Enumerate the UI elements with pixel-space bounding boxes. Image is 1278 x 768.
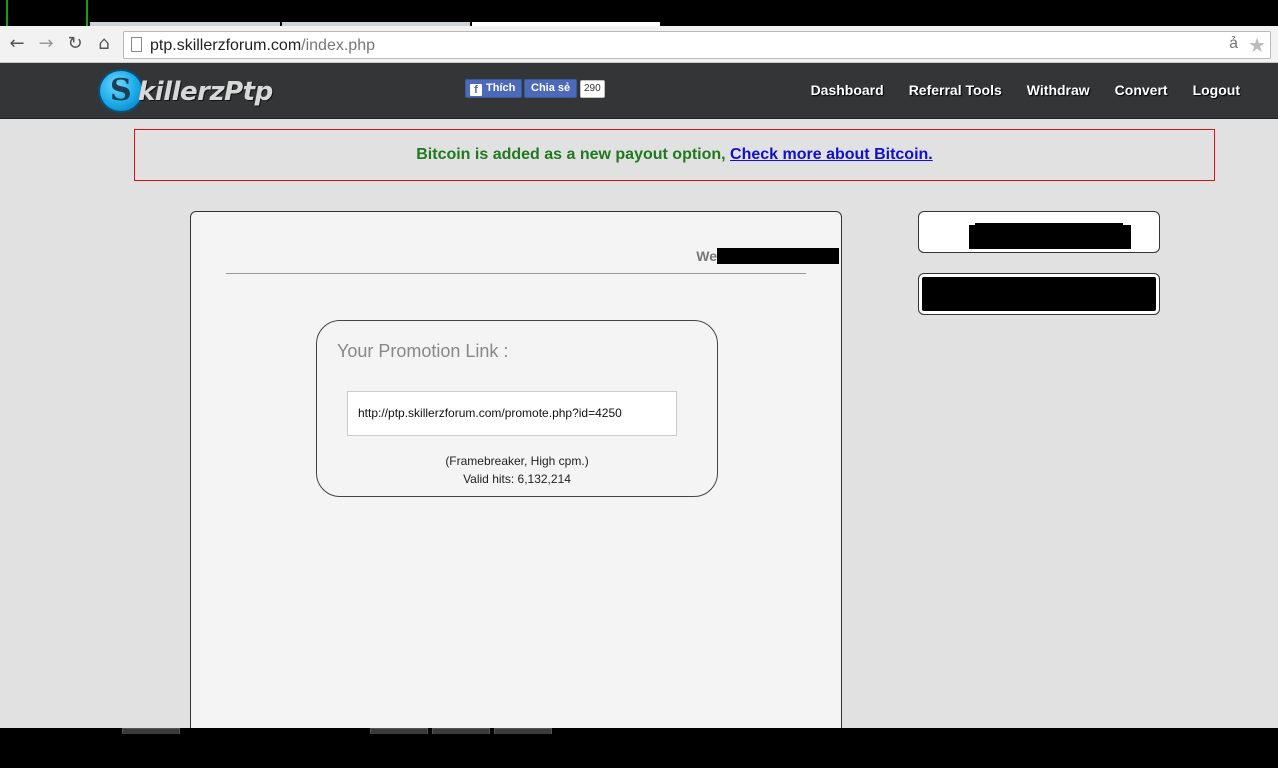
site-header: S killerzPtp f Thích Chia sẻ 290 Dashboar…	[0, 63, 1278, 119]
logo-letter: S	[110, 73, 132, 108]
promotion-title: Your Promotion Link :	[337, 341, 509, 361]
valid-hits: Valid hits: 6,132,214	[463, 472, 571, 486]
facebook-share-button[interactable]: Chia sẻ	[524, 79, 578, 98]
nav-withdraw[interactable]: Withdraw	[1027, 82, 1090, 98]
facebook-like-button[interactable]: f Thích	[465, 79, 523, 98]
notice-message: Bitcoin is added as a new payout option,	[416, 146, 731, 163]
forward-icon[interactable]: →	[36, 34, 56, 54]
promotion-box: Your Promotion Link : http://ptp.skiller…	[316, 320, 718, 497]
main-panel: We Your Promotion Link : http://ptp.skil…	[190, 211, 842, 768]
taskbar-item[interactable]	[494, 728, 552, 734]
bookmark-star-icon[interactable]: ★	[1248, 33, 1266, 58]
facebook-like-label: Thích	[486, 82, 516, 94]
nav-dashboard[interactable]: Dashboard	[811, 82, 884, 98]
sidebar-box-account	[918, 211, 1160, 253]
back-icon[interactable]: ←	[7, 34, 27, 54]
promotion-note: (Framebreaker, High cpm.)	[445, 454, 589, 468]
browser-toolbar: ← → ↻ ⌂ ptp.skillerzforum.com/index.php …	[0, 26, 1278, 63]
logo-wordmark: killerzPtp	[138, 77, 273, 107]
browser-tab-strip	[0, 0, 1278, 26]
page-icon	[131, 37, 142, 52]
taskbar-item[interactable]	[122, 728, 180, 734]
welcome-text: We	[696, 248, 839, 264]
welcome-prefix: We	[696, 248, 717, 264]
bitcoin-info-link[interactable]: Check more about Bitcoin.	[730, 146, 933, 163]
taskbar-item[interactable]	[432, 728, 490, 734]
os-taskbar	[0, 728, 1278, 768]
nav-referral-tools[interactable]: Referral Tools	[909, 82, 1002, 98]
notice-banner: Bitcoin is added as a new payout option,…	[134, 129, 1215, 181]
url-host: ptp.skillerzforum.com	[150, 37, 302, 54]
site-logo[interactable]: S killerzPtp	[98, 69, 278, 113]
url-text[interactable]: ptp.skillerzforum.com/index.php	[150, 37, 375, 55]
divider	[226, 273, 806, 274]
sidebar-box-balance	[918, 273, 1160, 315]
extension-icon[interactable]: ả	[1229, 35, 1238, 53]
reload-icon[interactable]: ↻	[65, 34, 85, 54]
redacted-block	[969, 225, 1131, 249]
browser-tab-active[interactable]	[6, 0, 88, 26]
taskbar-item[interactable]	[370, 728, 428, 734]
facebook-icon: f	[470, 84, 482, 96]
address-bar[interactable]: ptp.skillerzforum.com/index.php ả ★	[123, 31, 1271, 59]
url-path: /index.php	[301, 37, 375, 54]
redacted-block	[922, 277, 1156, 311]
main-nav: Dashboard Referral Tools Withdraw Conver…	[786, 82, 1240, 98]
nav-logout[interactable]: Logout	[1193, 82, 1240, 98]
promotion-meta: (Framebreaker, High cpm.) Valid hits: 6,…	[317, 452, 717, 488]
facebook-share-count: 290	[580, 80, 605, 98]
promotion-link-field[interactable]: http://ptp.skillerzforum.com/promote.php…	[347, 391, 677, 436]
nav-convert[interactable]: Convert	[1115, 82, 1168, 98]
facebook-share-label: Chia sẻ	[531, 82, 571, 94]
redacted-username	[717, 248, 839, 264]
home-icon[interactable]: ⌂	[94, 34, 114, 54]
